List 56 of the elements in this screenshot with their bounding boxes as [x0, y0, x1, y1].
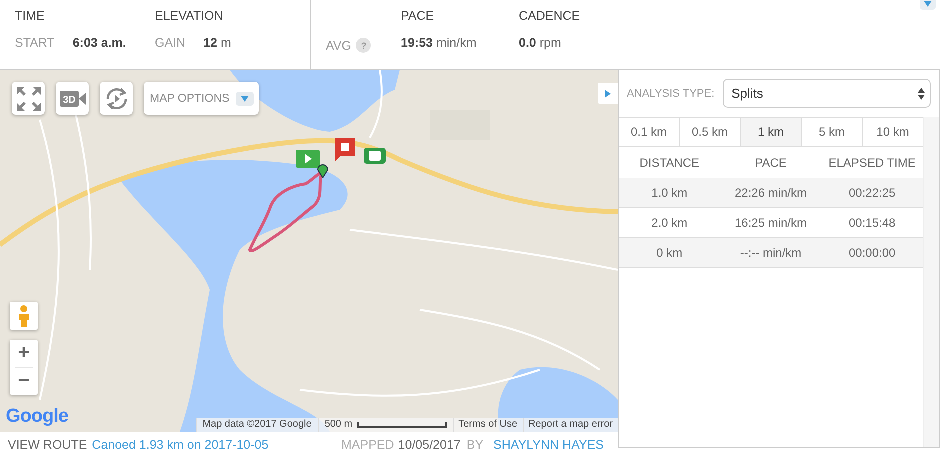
select-arrows-icon — [918, 88, 925, 100]
map-logo: Google — [6, 406, 68, 428]
collapse-button[interactable] — [920, 0, 936, 10]
expand-icon — [16, 86, 40, 110]
stat-label: AVG — [326, 38, 352, 52]
analysis-type-label: ANALYSIS TYPE: — [627, 88, 715, 100]
stat-value: 19:53 min/km — [401, 36, 478, 50]
mapped-date: 10/05/2017 — [398, 438, 461, 452]
map-link[interactable]: Terms of Use — [452, 418, 523, 432]
column-header: PACE — [754, 156, 788, 170]
caret-icon — [240, 96, 249, 102]
fullscreen-button[interactable] — [12, 82, 45, 115]
table-cell-text: --:-- min/km — [739, 246, 803, 260]
table-cell-text: 0 km — [656, 246, 684, 260]
rotate-button[interactable] — [100, 82, 133, 115]
3d-view-button[interactable]: 3D — [56, 82, 89, 115]
stat-value: 6:03 a.m. — [72, 36, 128, 50]
table-cell-text: 22:26 min/km — [734, 186, 808, 200]
table-cell-text: 00:15:48 — [848, 216, 897, 230]
caret-icon — [605, 90, 611, 98]
distance-tab[interactable]: 1 km — [741, 118, 802, 146]
street-view-button[interactable] — [10, 302, 38, 330]
table-cell-text: 00:00:00 — [848, 246, 897, 260]
stat-value: 12 m — [204, 36, 232, 50]
zoom-in-button[interactable]: + — [10, 340, 38, 367]
stat-heading: CADENCE — [519, 9, 582, 23]
map-link[interactable]: Report a map error — [522, 418, 618, 432]
analysis-type-select[interactable]: Splits — [722, 79, 931, 108]
table-cell-text: 00:22:25 — [848, 186, 897, 200]
footer-label: VIEW ROUTE — [8, 438, 88, 452]
stat-heading: TIME — [15, 9, 46, 23]
map-attribution: Map data ©2017 Google — [196, 418, 318, 432]
author-link[interactable]: SHAYLYNN HAYES — [494, 438, 604, 452]
scale-bar: 500 m — [318, 418, 453, 432]
stat-value: 0.0 rpm — [519, 36, 562, 50]
stat-heading: PACE — [401, 9, 436, 23]
zoom-out-button[interactable]: − — [10, 368, 38, 395]
panel-toggle-button[interactable] — [598, 83, 618, 104]
map-options-dropdown[interactable]: MAP OPTIONS — [144, 82, 259, 115]
table-cell-text: 1.0 km — [650, 186, 689, 200]
stat-label: GAIN — [155, 36, 186, 50]
route-link[interactable]: Canoed 1.93 km on 2017-10-05 — [92, 438, 269, 452]
stat-heading: ELEVATION — [155, 9, 224, 23]
location-pin-icon — [317, 162, 329, 178]
start-flag-icon — [296, 150, 320, 170]
stop-flag-icon — [333, 138, 357, 162]
person-icon — [18, 305, 30, 327]
caret-icon — [924, 1, 932, 7]
by-label: BY — [466, 438, 484, 452]
table-cell-text: 2.0 km — [650, 216, 689, 230]
table-cell-text: 16:25 min/km — [734, 216, 808, 230]
highway-sign-icon — [364, 148, 386, 164]
column-header: DISTANCE — [638, 156, 701, 170]
mapped-label: MAPPED — [342, 438, 394, 452]
stat-label: START — [15, 36, 55, 50]
column-header: ELAPSED TIME — [828, 156, 917, 170]
